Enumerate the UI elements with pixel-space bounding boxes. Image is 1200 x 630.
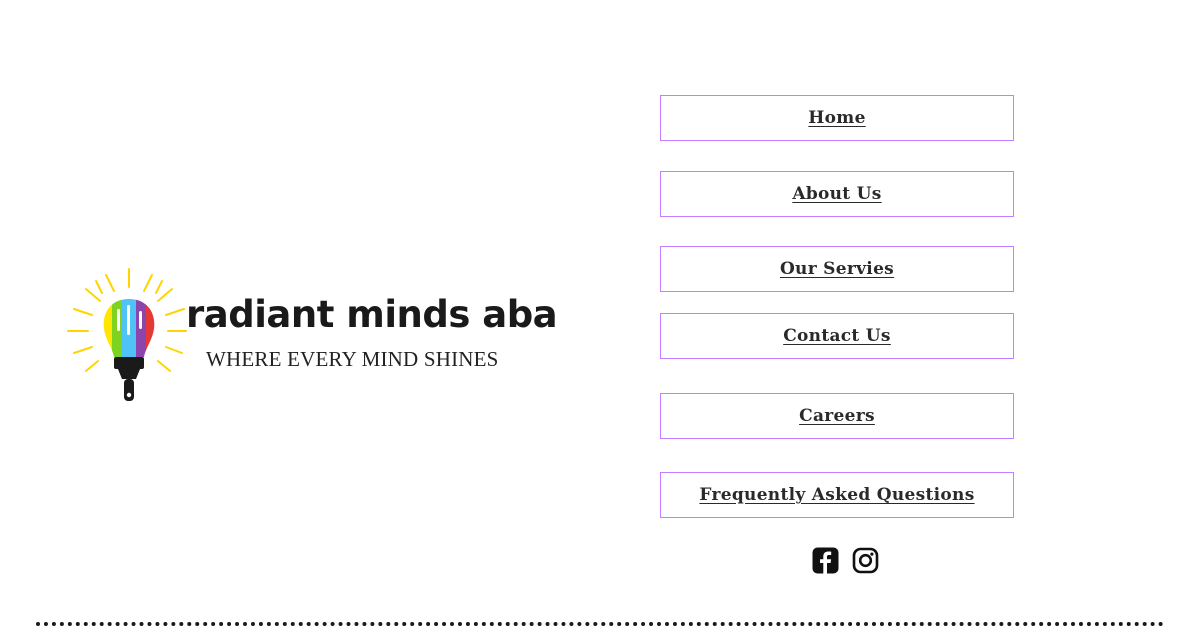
footer-divider: [36, 622, 1164, 626]
header-page: radiant minds aba WHERE EVERY MIND SHINE…: [0, 0, 1200, 630]
nav-our-services-button[interactable]: Our Servies: [660, 246, 1014, 292]
facebook-icon[interactable]: [812, 547, 839, 574]
brand-logo[interactable]: radiant minds aba WHERE EVERY MIND SHINE…: [66, 265, 558, 410]
instagram-icon[interactable]: [852, 547, 879, 574]
nav-our-services-label: Our Servies: [779, 259, 895, 279]
brand-name: radiant minds aba: [186, 293, 558, 336]
nav-faq-button[interactable]: Frequently Asked Questions: [660, 472, 1014, 518]
social-links: [812, 547, 879, 574]
nav-home-button[interactable]: Home: [660, 95, 1014, 141]
nav-about-us-button[interactable]: About Us: [660, 171, 1014, 217]
nav-contact-us-button[interactable]: Contact Us: [660, 313, 1014, 359]
nav-careers-button[interactable]: Careers: [660, 393, 1014, 439]
nav-faq-label: Frequently Asked Questions: [699, 485, 975, 505]
brand-tagline: WHERE EVERY MIND SHINES: [206, 347, 499, 371]
nav-about-us-label: About Us: [792, 184, 882, 204]
nav-contact-us-label: Contact Us: [783, 326, 891, 346]
nav-home-label: Home: [808, 108, 866, 128]
nav-careers-label: Careers: [799, 406, 875, 426]
lightbulb-paintbrush-logo-icon: [67, 268, 187, 401]
